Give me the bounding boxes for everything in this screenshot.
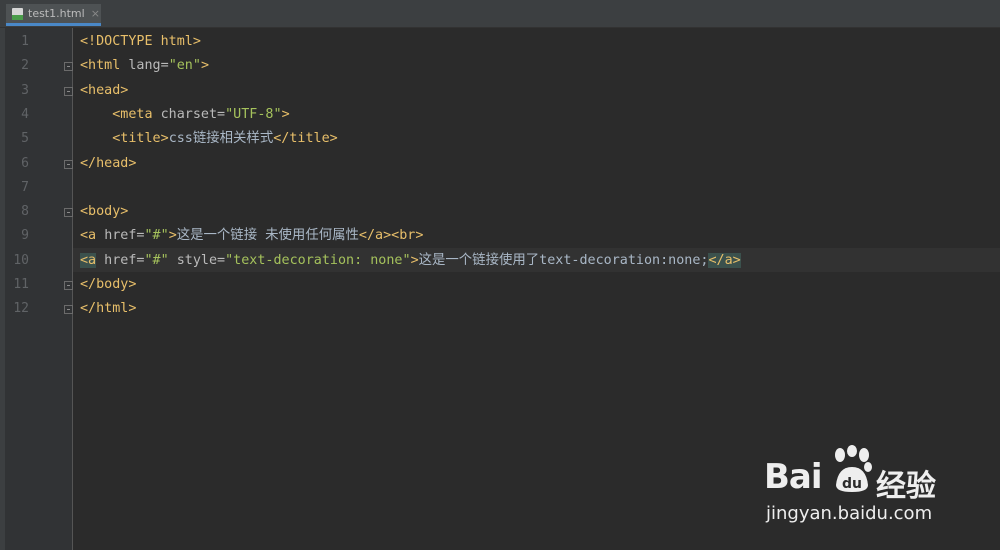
line-number: 6 (21, 155, 29, 171)
code-token: </body> (80, 277, 137, 292)
line-number: 10 (13, 252, 29, 268)
code-token: </a><br> (358, 228, 424, 244)
fold-open-icon[interactable] (64, 208, 73, 218)
code-line: <!DOCTYPE html> (80, 30, 201, 54)
code-token: css链接相关样式 (168, 131, 274, 147)
code-token: href= (96, 252, 145, 268)
line-number: 5 (21, 131, 29, 147)
line-number: 8 (21, 204, 29, 220)
code-token: > (200, 58, 209, 74)
code-line: <a href="#" style="text-decoration: none… (80, 249, 741, 273)
code-line: </head> (80, 152, 136, 176)
editor-tab-bar: test1.html × (0, 0, 1000, 28)
watermark-logo-suffix: du (842, 476, 862, 492)
fold-close-icon[interactable] (64, 159, 73, 169)
code-line: <html lang="en"> (80, 54, 209, 78)
code-token: </title> (273, 131, 338, 147)
code-token: 这是一个链接 未使用任何属性 (176, 228, 359, 244)
code-token: <meta (112, 106, 161, 122)
code-token: "text-decoration: none" (225, 252, 411, 268)
line-number: 1 (21, 34, 29, 49)
code-token: lang= (128, 58, 169, 74)
code-line: <body> (80, 200, 128, 224)
code-token: <body> (80, 204, 129, 220)
code-line: <a href="#">这是一个链接 未使用任何属性</a><br> (80, 224, 423, 248)
code-token: "#" (144, 228, 169, 244)
line-number: 3 (21, 82, 29, 98)
line-number: 11 (13, 277, 29, 292)
watermark-url: jingyan.baidu.com (766, 503, 933, 524)
code-line: <title>css链接相关样式</title> (80, 127, 338, 151)
fold-close-icon[interactable] (64, 281, 73, 290)
code-line: </body> (80, 273, 136, 297)
code-token: "#" (144, 252, 169, 268)
line-number: 2 (21, 58, 29, 74)
code-token: > (281, 106, 290, 122)
code-token: style= (168, 252, 226, 268)
code-token: <title> (112, 131, 169, 147)
code-line: <meta charset="UTF-8"> (80, 103, 290, 127)
code-token: > (168, 228, 177, 244)
baidu-jingyan-watermark: Bai du 经验 jingyan.baidu.com (764, 445, 944, 535)
code-token: "en" (168, 58, 201, 74)
fold-open-icon[interactable] (64, 86, 73, 96)
tab-label: test1.html (28, 7, 85, 20)
code-token: </html> (80, 301, 137, 317)
code-token: charset= (160, 106, 226, 122)
watermark-logo-text: Bai (764, 457, 823, 497)
code-token: <head> (80, 82, 129, 98)
close-icon[interactable]: × (91, 7, 100, 20)
code-token: <html (80, 58, 129, 74)
line-number: 12 (13, 301, 29, 317)
code-token: <a (80, 228, 105, 244)
line-number: 4 (21, 106, 29, 122)
fold-close-icon[interactable] (64, 305, 73, 315)
line-number: 7 (21, 179, 29, 195)
code-token: href= (104, 228, 145, 244)
code-line: </html> (80, 297, 136, 321)
code-token: 这是一个链接使用了text-decoration:none; (418, 252, 709, 268)
watermark-cn-text: 经验 (876, 469, 936, 504)
tab-test1-html[interactable]: test1.html × (6, 4, 101, 26)
code-token: </head> (80, 155, 137, 171)
code-token: <!DOCTYPE html> (80, 34, 201, 49)
paw-icon: du (835, 445, 872, 492)
code-token: </a> (708, 252, 741, 268)
line-number: 9 (21, 228, 29, 244)
code-token: "UTF-8" (225, 106, 282, 122)
html-file-icon (12, 7, 23, 20)
fold-open-icon[interactable] (64, 62, 73, 72)
code-token: <a (80, 252, 97, 268)
code-line: <head> (80, 79, 128, 103)
code-token: > (410, 252, 419, 268)
